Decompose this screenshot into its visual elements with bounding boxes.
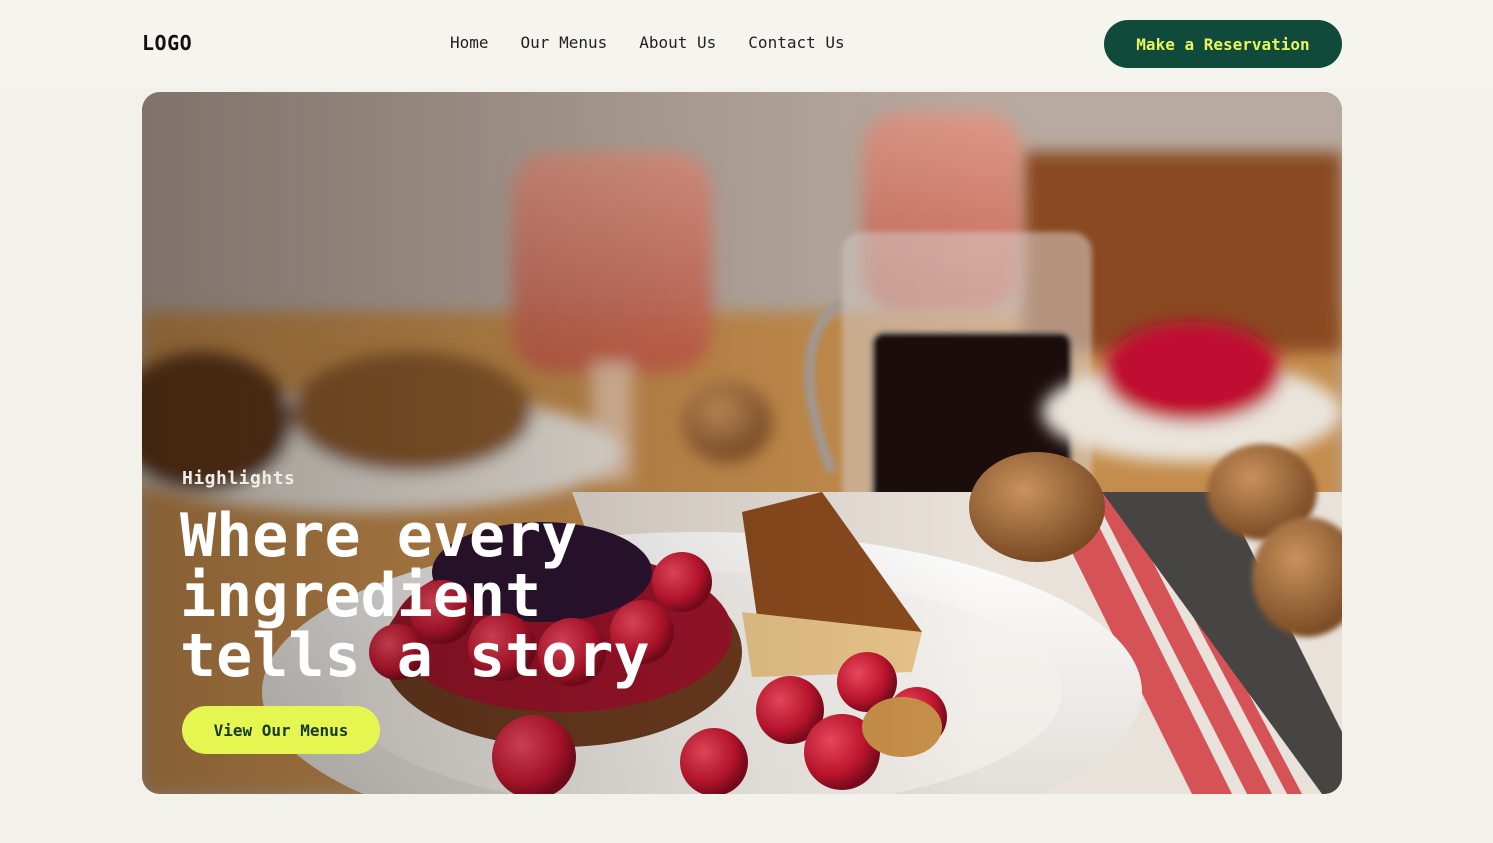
logo[interactable]: LOGO [142,31,192,55]
hero-banner: Highlights Where every ingredient tells … [142,92,1342,794]
view-menus-button[interactable]: View Our Menus [182,706,380,754]
main-nav: Home Our Menus About Us Contact Us [434,33,861,52]
hero-title: Where every ingredient tells a story [180,501,650,691]
nav-link-about-us[interactable]: About Us [623,33,732,52]
nav-link-our-menus[interactable]: Our Menus [505,33,624,52]
make-reservation-button[interactable]: Make a Reservation [1104,20,1342,68]
nav-link-home[interactable]: Home [434,33,505,52]
nav-link-contact-us[interactable]: Contact Us [732,33,860,52]
hero-eyebrow: Highlights [182,468,296,489]
site-header: LOGO Home Our Menus About Us Contact Us … [0,0,1493,88]
